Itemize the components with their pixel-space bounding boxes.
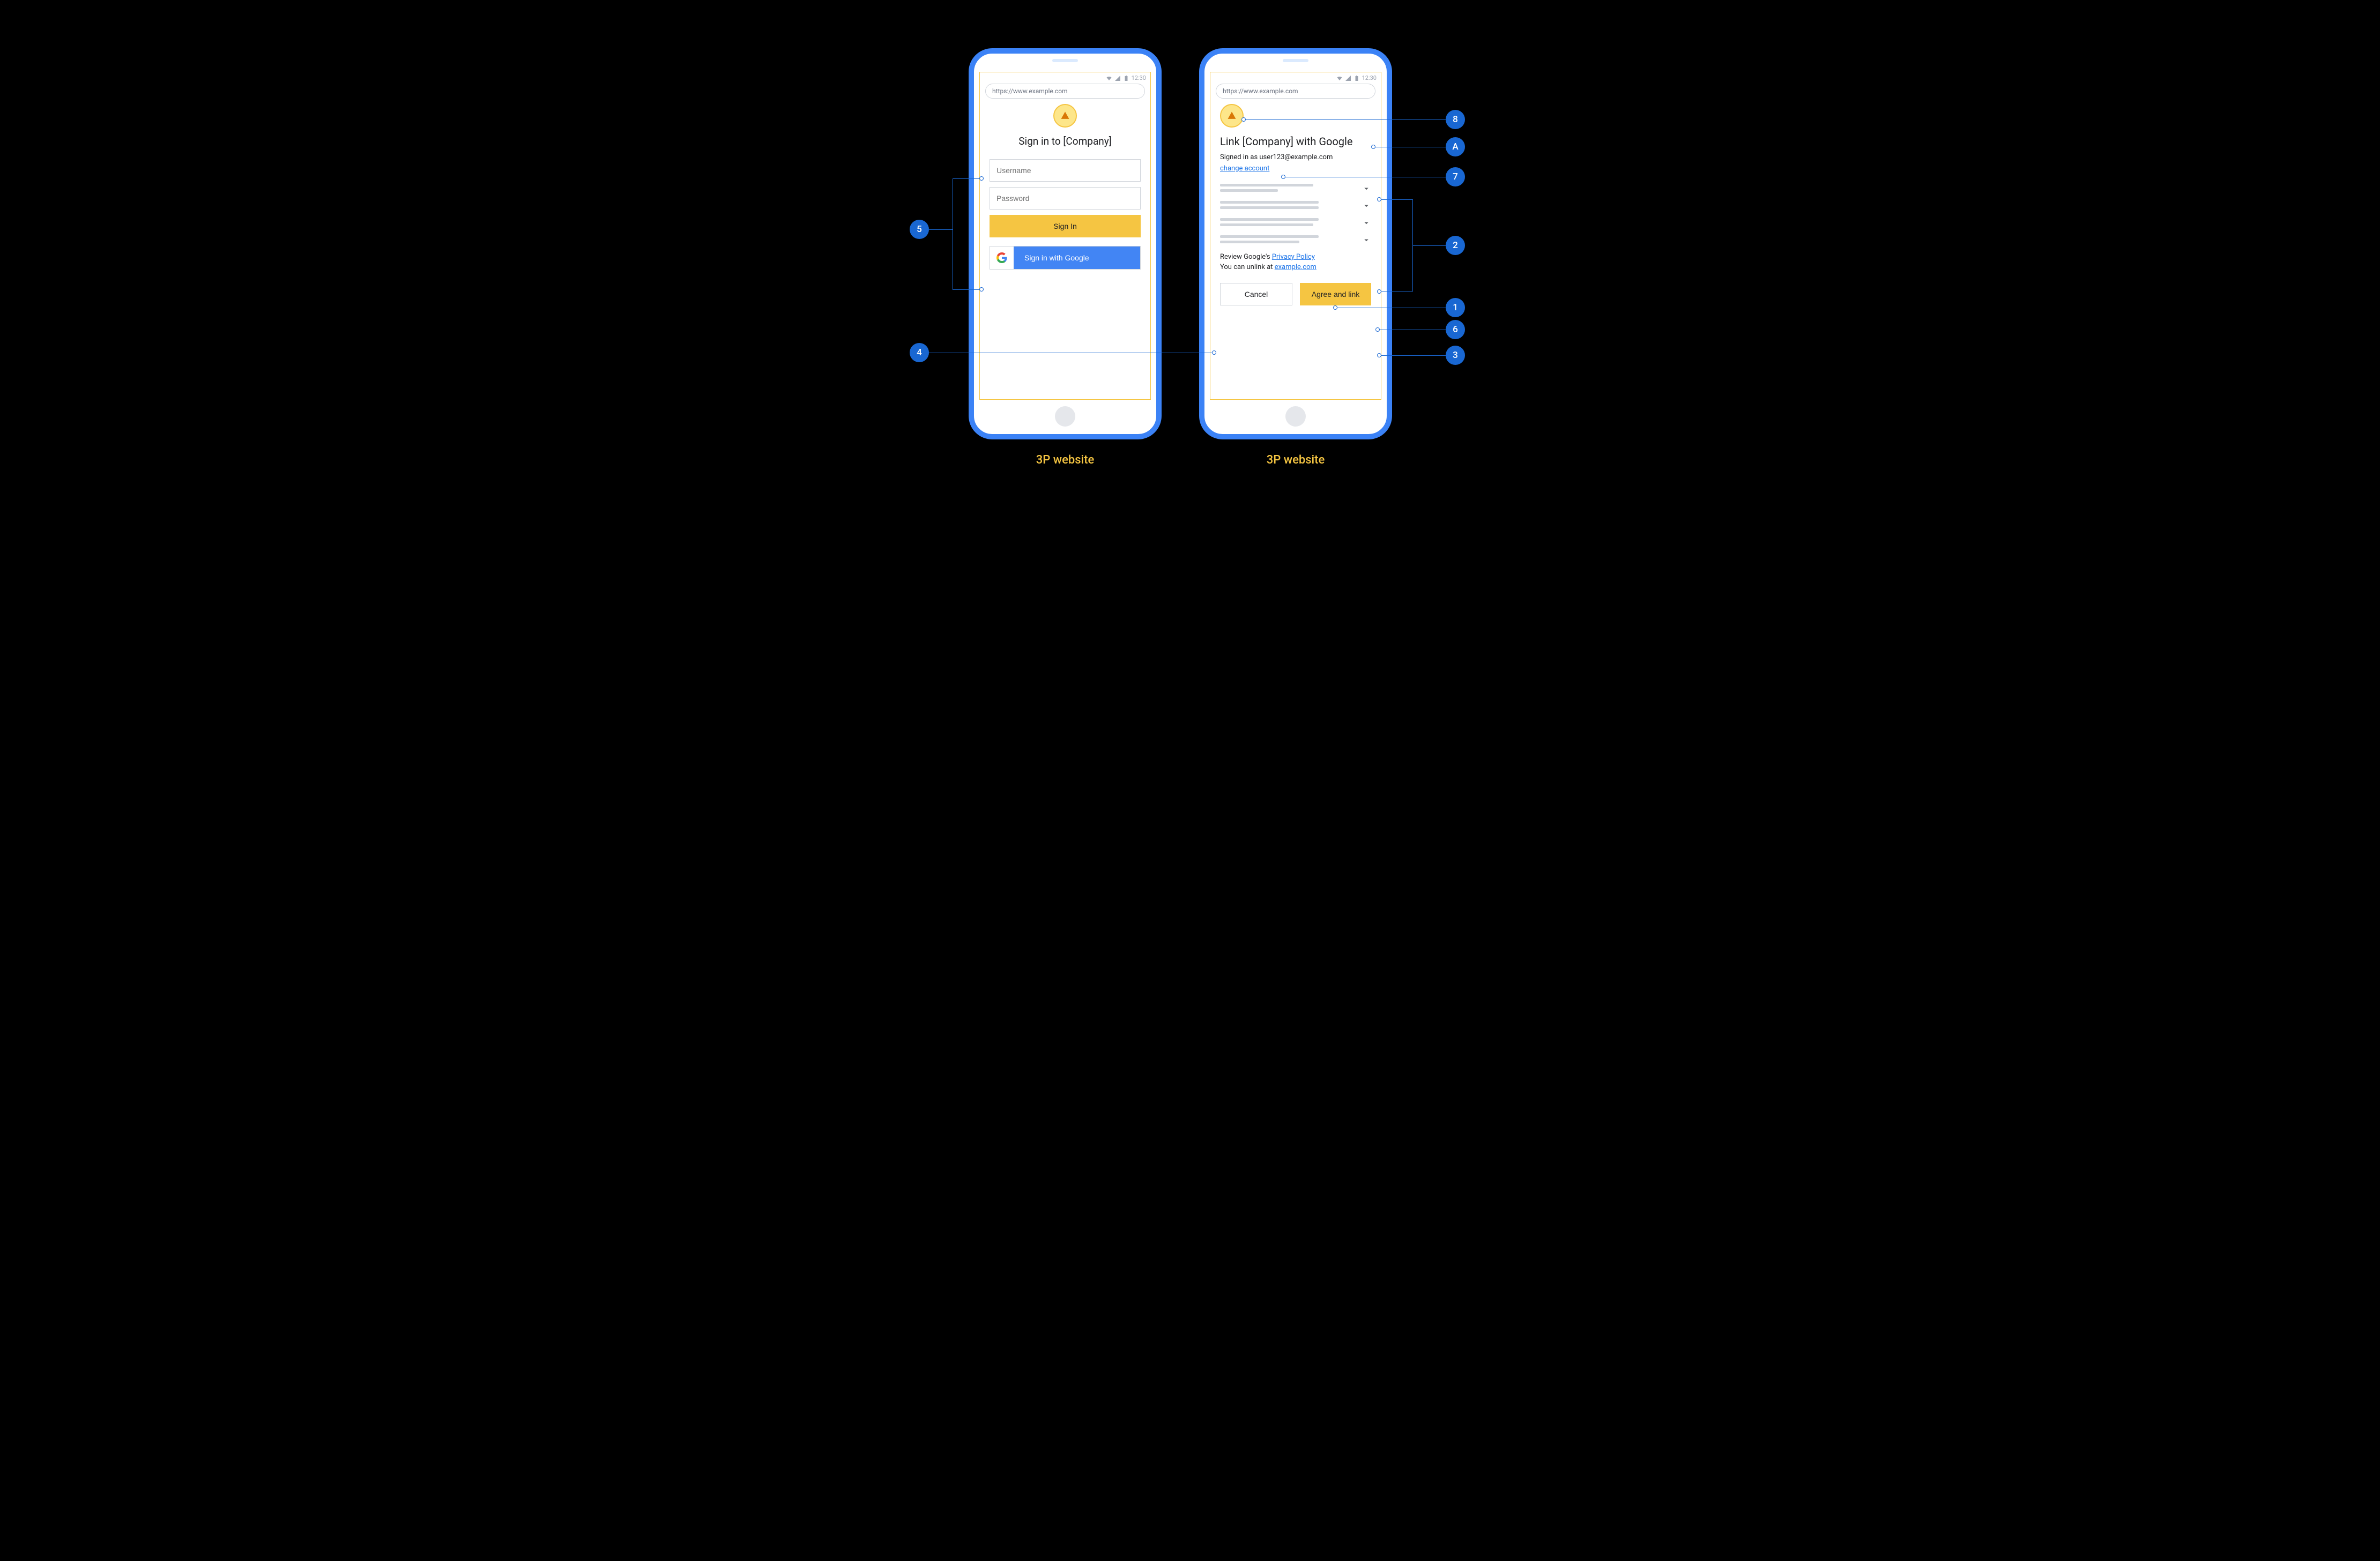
link-heading: Link [Company] with Google xyxy=(1220,135,1371,148)
google-signin-label: Sign in with Google xyxy=(1014,253,1140,262)
lead-dot xyxy=(1212,350,1216,355)
annotation-4: 4 xyxy=(910,343,929,362)
lead-dot xyxy=(1377,197,1381,201)
phone-right: 12:30 https://www.example.com Link [Comp… xyxy=(1199,48,1392,439)
placeholder-line xyxy=(1220,241,1299,243)
unlink-link[interactable]: example.com xyxy=(1275,263,1317,271)
lead-dot xyxy=(1377,289,1381,294)
lead-line xyxy=(953,289,979,290)
screen-right: 12:30 https://www.example.com Link [Comp… xyxy=(1210,72,1381,400)
home-button[interactable] xyxy=(1055,406,1075,427)
placeholder-line xyxy=(1220,218,1319,221)
status-bar: 12:30 xyxy=(1210,72,1381,83)
company-logo-icon xyxy=(1220,104,1244,128)
annotation-A: A xyxy=(1446,137,1465,156)
lead-dot xyxy=(1333,305,1337,310)
review-policy-text: Review Google's Privacy Policy xyxy=(1220,253,1371,261)
annotation-1: 1 xyxy=(1446,298,1465,317)
lead-line xyxy=(1379,199,1412,200)
chevron-down-icon xyxy=(1362,235,1371,245)
screen-left: 12:30 https://www.example.com Sign in to… xyxy=(979,72,1151,400)
signal-icon xyxy=(1114,75,1121,81)
annotation-5: 5 xyxy=(910,220,929,239)
annotation-3: 3 xyxy=(1446,346,1465,365)
lead-line xyxy=(953,178,979,179)
signal-icon xyxy=(1345,75,1351,81)
wifi-icon xyxy=(1106,75,1112,81)
lead-dot xyxy=(1281,175,1285,179)
company-logo-icon xyxy=(1053,104,1077,128)
agree-link-button[interactable]: Agree and link xyxy=(1300,283,1371,305)
lead-dot xyxy=(979,287,984,292)
caption-left: 3P website xyxy=(969,453,1162,467)
lead-dot xyxy=(979,176,984,181)
placeholder-line xyxy=(1220,189,1278,192)
signin-heading: Sign in to [Company] xyxy=(990,135,1141,147)
url-bar[interactable]: https://www.example.com xyxy=(1216,84,1375,99)
lead-line xyxy=(929,229,953,230)
google-g-icon xyxy=(990,247,1014,269)
password-field[interactable] xyxy=(990,187,1141,210)
signed-in-as-text: Signed in as user123@example.com xyxy=(1220,153,1371,161)
content-right: Link [Company] with Google Signed in as … xyxy=(1210,104,1381,305)
lead-dot xyxy=(1241,117,1246,122)
placeholder-line xyxy=(1220,201,1319,204)
wifi-icon xyxy=(1336,75,1343,81)
chevron-down-icon xyxy=(1362,201,1371,211)
battery-icon xyxy=(1123,75,1129,81)
button-row: Cancel Agree and link xyxy=(1220,283,1371,305)
home-button[interactable] xyxy=(1285,406,1306,427)
change-account-link[interactable]: change account xyxy=(1220,165,1269,173)
permission-item[interactable] xyxy=(1220,214,1371,231)
phone-left: 12:30 https://www.example.com Sign in to… xyxy=(969,48,1162,439)
url-bar[interactable]: https://www.example.com xyxy=(985,84,1145,99)
diagram-stage: 12:30 https://www.example.com Sign in to… xyxy=(824,21,1556,504)
chevron-down-icon xyxy=(1362,218,1371,228)
lead-line xyxy=(1412,199,1413,292)
chevron-down-icon xyxy=(1362,184,1371,193)
username-field[interactable] xyxy=(990,159,1141,182)
annotation-6: 6 xyxy=(1446,320,1465,339)
permission-item[interactable] xyxy=(1220,180,1371,197)
battery-icon xyxy=(1353,75,1360,81)
lead-dot xyxy=(1377,353,1381,357)
status-time: 12:30 xyxy=(1362,74,1377,81)
permission-item[interactable] xyxy=(1220,231,1371,249)
content-left: Sign in to [Company] Sign In Sign in wit… xyxy=(980,104,1150,270)
unlink-text: You can unlink at example.com xyxy=(1220,263,1371,271)
phone-speaker xyxy=(1052,59,1078,62)
cancel-button[interactable]: Cancel xyxy=(1220,283,1292,305)
privacy-policy-link[interactable]: Privacy Policy xyxy=(1272,253,1315,261)
permission-item[interactable] xyxy=(1220,197,1371,214)
annotation-7: 7 xyxy=(1446,167,1465,186)
caption-right: 3P website xyxy=(1199,453,1392,467)
annotation-2: 2 xyxy=(1446,236,1465,255)
placeholder-line xyxy=(1220,184,1313,186)
google-signin-button[interactable]: Sign in with Google xyxy=(990,246,1141,270)
status-time: 12:30 xyxy=(1132,74,1146,81)
annotation-8: 8 xyxy=(1446,110,1465,129)
lead-line xyxy=(1244,119,1446,120)
signin-button[interactable]: Sign In xyxy=(990,215,1141,237)
lead-dot xyxy=(1375,327,1380,332)
placeholder-line xyxy=(1220,223,1313,226)
lead-line xyxy=(1379,355,1446,356)
lead-line xyxy=(1412,245,1446,246)
lead-dot xyxy=(1371,145,1375,149)
placeholder-line xyxy=(1220,206,1319,209)
phone-speaker xyxy=(1283,59,1308,62)
permissions-list xyxy=(1220,180,1371,249)
placeholder-line xyxy=(1220,235,1319,238)
status-bar: 12:30 xyxy=(980,72,1150,83)
